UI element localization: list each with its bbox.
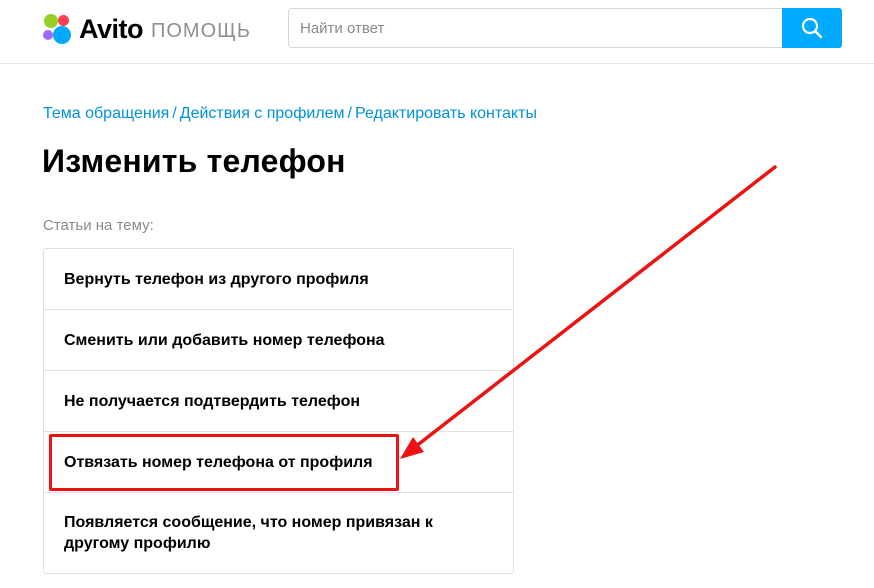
logo-wordmark: Avito <box>79 14 144 44</box>
related-articles-label: Статьи на тему: <box>43 217 154 234</box>
search-button[interactable] <box>782 8 842 48</box>
breadcrumb-link-profile-actions[interactable]: Действия с профилем <box>180 105 345 122</box>
article-link-change-phone[interactable]: Сменить или добавить номер телефона <box>44 310 513 371</box>
header: Avito ПОМОЩЬ <box>0 0 874 64</box>
avito-logo-icon <box>43 14 73 44</box>
breadcrumb-link-topic[interactable]: Тема обращения <box>43 105 169 122</box>
article-link-number-linked-message[interactable]: Появляется сообщение, что номер привязан… <box>44 493 513 573</box>
article-link-cannot-confirm[interactable]: Не получается подтвердить телефон <box>44 371 513 432</box>
article-link-unlink-phone[interactable]: Отвязать номер телефона от профиля <box>44 432 513 493</box>
breadcrumb-separator: / <box>347 105 352 122</box>
search-icon <box>801 17 823 39</box>
page-title: Изменить телефон <box>42 143 346 179</box>
related-articles-list: Вернуть телефон из другого профиля Смени… <box>43 248 514 574</box>
breadcrumb: Тема обращения / Действия с профилем / Редак… <box>43 105 537 123</box>
breadcrumb-separator: / <box>172 105 177 122</box>
avito-logo[interactable]: Avito ПОМОЩЬ <box>43 14 251 44</box>
logo-subtitle: ПОМОЩЬ <box>151 19 252 42</box>
search-input[interactable] <box>288 8 783 48</box>
article-link-return-phone[interactable]: Вернуть телефон из другого профиля <box>44 249 513 310</box>
breadcrumb-link-edit-contacts[interactable]: Редактировать контакты <box>355 105 537 122</box>
